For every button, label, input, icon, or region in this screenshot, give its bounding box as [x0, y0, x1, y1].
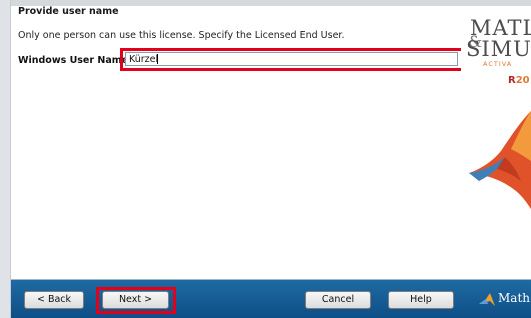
next-button[interactable]: Next > [102, 291, 169, 309]
release-label: R20 [508, 75, 530, 86]
page-heading: Provide user name [18, 6, 119, 17]
back-button[interactable]: < Back [24, 291, 84, 309]
branding-panel: MATLA & SIMU ACTIVA R20 [461, 6, 531, 280]
mathworks-logo-icon [479, 293, 495, 306]
cancel-button[interactable]: Cancel [305, 291, 371, 309]
mathworks-wordmark: Math [498, 291, 530, 305]
windows-user-name-input[interactable] [125, 52, 458, 66]
license-description: Only one person can use this license. Sp… [18, 30, 345, 41]
activation-label: ACTIVA [483, 60, 513, 68]
text-caret [157, 54, 158, 64]
simulink-wordmark: SIMU [466, 37, 531, 61]
l-shaped-membrane-icon [469, 111, 531, 209]
release-number: 20 [515, 75, 530, 86]
windows-user-name-label: Windows User Name: [18, 55, 132, 66]
window-left-border [0, 0, 11, 318]
help-button[interactable]: Help [388, 291, 454, 309]
release-r: R [508, 75, 516, 86]
